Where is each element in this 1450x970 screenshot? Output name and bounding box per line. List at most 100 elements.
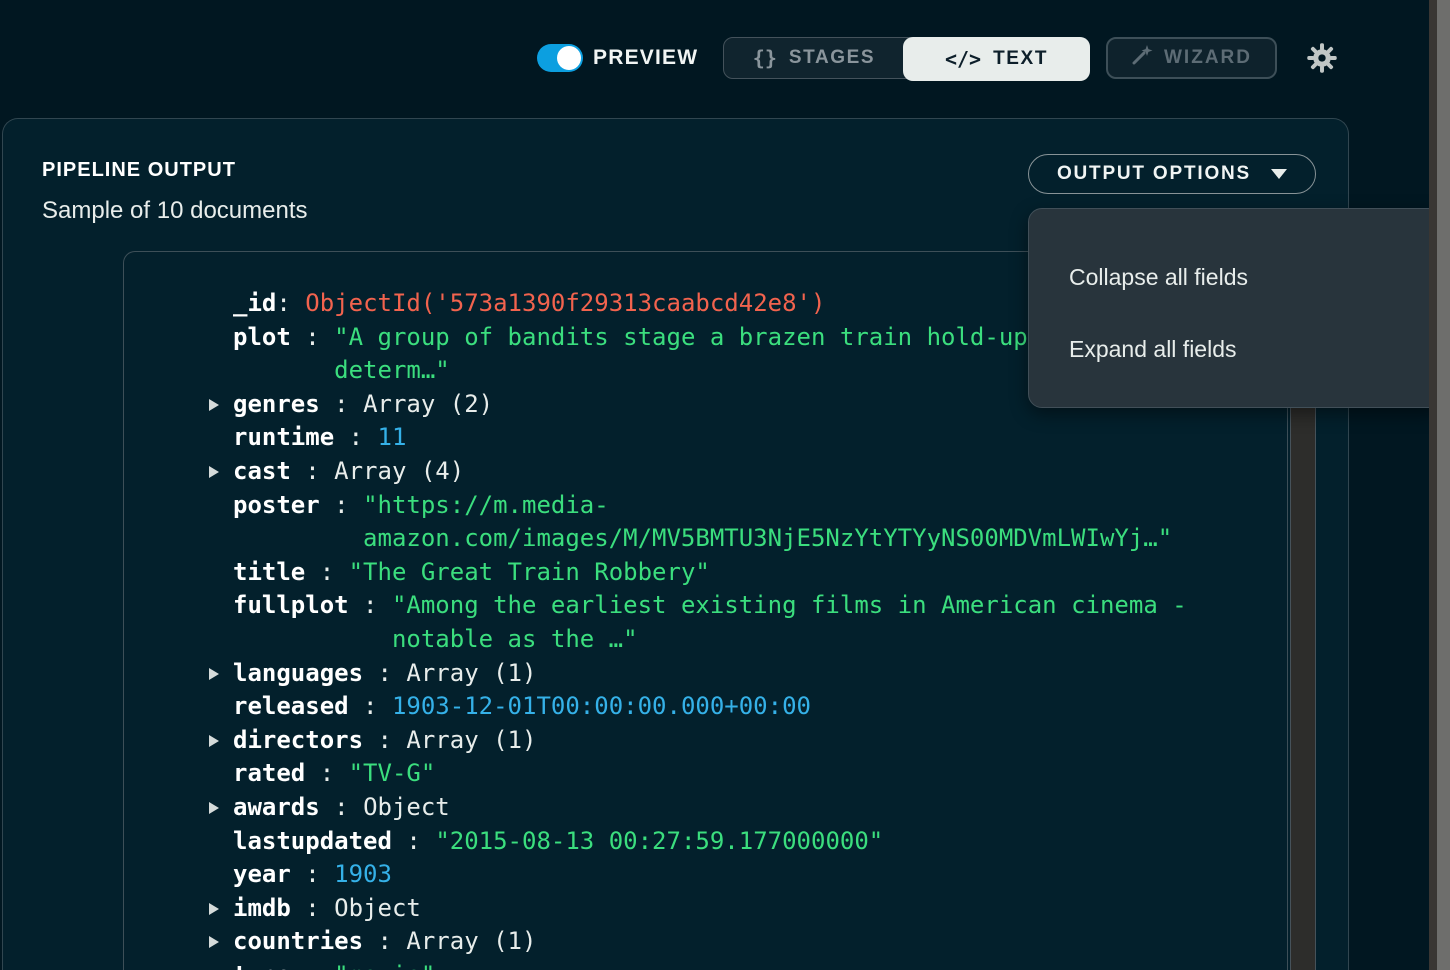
field-key: rated (233, 759, 305, 787)
field-key: imdb (233, 894, 291, 922)
field-key: released (233, 692, 349, 720)
field-value: "TV-G" (349, 759, 436, 787)
settings-gear-icon[interactable] (1305, 41, 1339, 75)
field-key: year (233, 860, 291, 888)
key-separator: : (276, 289, 305, 317)
document-line: languages : Array (1) (124, 657, 1287, 691)
document-line: notable as the …" (124, 623, 1287, 657)
field-value: determ…" (334, 356, 450, 384)
field-key: runtime (233, 423, 334, 451)
document-line: released : 1903-12-01T00:00:00.000+00:00 (124, 690, 1287, 724)
code-brackets-icon: </> (945, 47, 981, 71)
key-separator: : (291, 961, 334, 970)
key-separator: : (349, 591, 392, 619)
key-separator: : (349, 692, 392, 720)
tab-text-label: TEXT (993, 48, 1048, 70)
expand-arrow-icon[interactable] (209, 668, 219, 680)
tab-text[interactable]: </> TEXT (903, 37, 1090, 81)
field-key: genres (233, 390, 320, 418)
field-key: directors (233, 726, 363, 754)
document-line: fullplot : "Among the earliest existing … (124, 589, 1287, 623)
field-value: amazon.com/images/M/MV5BMTU3NjE5NzYtYTYy… (363, 524, 1172, 552)
output-options-label: OUTPUT OPTIONS (1057, 163, 1251, 185)
wizard-button[interactable]: WIZARD (1106, 37, 1277, 79)
tab-stages[interactable]: {} STAGES (724, 38, 904, 78)
expand-arrow-icon[interactable] (209, 399, 219, 411)
field-value: "Among the earliest existing films in Am… (392, 591, 1187, 619)
key-separator: : (291, 894, 334, 922)
output-options-button[interactable]: OUTPUT OPTIONS (1028, 154, 1316, 194)
document-line: rated : "TV-G" (124, 757, 1287, 791)
menu-item-collapse-all-fields[interactable]: Collapse all fields (1029, 249, 1441, 305)
field-value: Array (1) (406, 726, 536, 754)
field-value: 1903 (334, 860, 392, 888)
expand-arrow-icon[interactable] (209, 466, 219, 478)
field-value: "movie" (334, 961, 435, 970)
menu-item-expand-all-fields[interactable]: Expand all fields (1029, 321, 1441, 377)
key-separator: : (291, 860, 334, 888)
document-line: countries : Array (1) (124, 925, 1287, 959)
top-toolbar: PREVIEW {} STAGES </> TEXT WIZARD (0, 0, 1450, 118)
field-value: notable as the …" (392, 625, 638, 653)
field-value: Array (1) (406, 927, 536, 955)
field-key: cast (233, 457, 291, 485)
field-value: 11 (378, 423, 407, 451)
wizard-button-label: WIZARD (1164, 47, 1252, 69)
document-line: type : "movie" (124, 959, 1287, 970)
document-line: title : "The Great Train Robbery" (124, 556, 1287, 590)
preview-toggle[interactable] (537, 44, 583, 72)
document-line: cast : Array (4) (124, 455, 1287, 489)
output-options-menu: Collapse all fields Expand all fields (1028, 208, 1442, 408)
field-value: ObjectId('573a1390f29313caabcd42e8') (305, 289, 825, 317)
view-mode-segmented-control: {} STAGES </> TEXT (723, 37, 1090, 79)
sample-count-subtitle: Sample of 10 documents (42, 197, 308, 225)
key-separator: : (320, 491, 363, 519)
pipeline-output-title: PIPELINE OUTPUT (42, 159, 236, 182)
key-separator: : (363, 726, 406, 754)
field-key: languages (233, 659, 363, 687)
key-separator: : (363, 659, 406, 687)
key-separator: : (392, 827, 435, 855)
key-separator: : (320, 390, 363, 418)
document-line: awards : Object (124, 791, 1287, 825)
field-key: awards (233, 793, 320, 821)
document-line: directors : Array (1) (124, 724, 1287, 758)
field-value: "A group of bandits stage a brazen train… (334, 323, 1042, 351)
curly-braces-icon: {} (753, 46, 777, 70)
preview-scrollbar[interactable] (1290, 369, 1316, 970)
field-key: plot (233, 323, 291, 351)
field-key: title (233, 558, 305, 586)
expand-arrow-icon[interactable] (209, 903, 219, 915)
expand-arrow-icon[interactable] (209, 936, 219, 948)
key-separator: : (334, 423, 377, 451)
field-key: _id (233, 289, 276, 317)
field-key: poster (233, 491, 320, 519)
key-separator: : (320, 793, 363, 821)
document-line: poster : "https://m.media- (124, 489, 1287, 523)
preview-toggle-knob (557, 46, 581, 70)
chevron-down-icon (1271, 169, 1287, 179)
document-line: amazon.com/images/M/MV5BMTU3NjE5NzYtYTYy… (124, 522, 1287, 556)
window-scrollbar-track[interactable] (1429, 0, 1450, 970)
document-line: runtime : 11 (124, 421, 1287, 455)
field-value: "2015-08-13 00:27:59.177000000" (435, 827, 883, 855)
expand-arrow-icon[interactable] (209, 735, 219, 747)
field-key: lastupdated (233, 827, 392, 855)
key-separator: : (291, 323, 334, 351)
field-value: Array (4) (334, 457, 464, 485)
field-value: "https://m.media- (363, 491, 609, 519)
field-value: "The Great Train Robbery" (349, 558, 710, 586)
field-key: fullplot (233, 591, 349, 619)
window-scrollbar-thumb[interactable] (1437, 0, 1450, 970)
tab-stages-label: STAGES (789, 47, 875, 69)
field-key: type (233, 961, 291, 970)
preview-toggle-label: PREVIEW (593, 44, 698, 72)
field-key: countries (233, 927, 363, 955)
expand-arrow-icon[interactable] (209, 802, 219, 814)
document-line: imdb : Object (124, 892, 1287, 926)
field-value: Object (363, 793, 450, 821)
field-value: Array (1) (406, 659, 536, 687)
magic-wand-icon (1131, 44, 1153, 72)
key-separator: : (305, 558, 348, 586)
field-value: Array (2) (363, 390, 493, 418)
